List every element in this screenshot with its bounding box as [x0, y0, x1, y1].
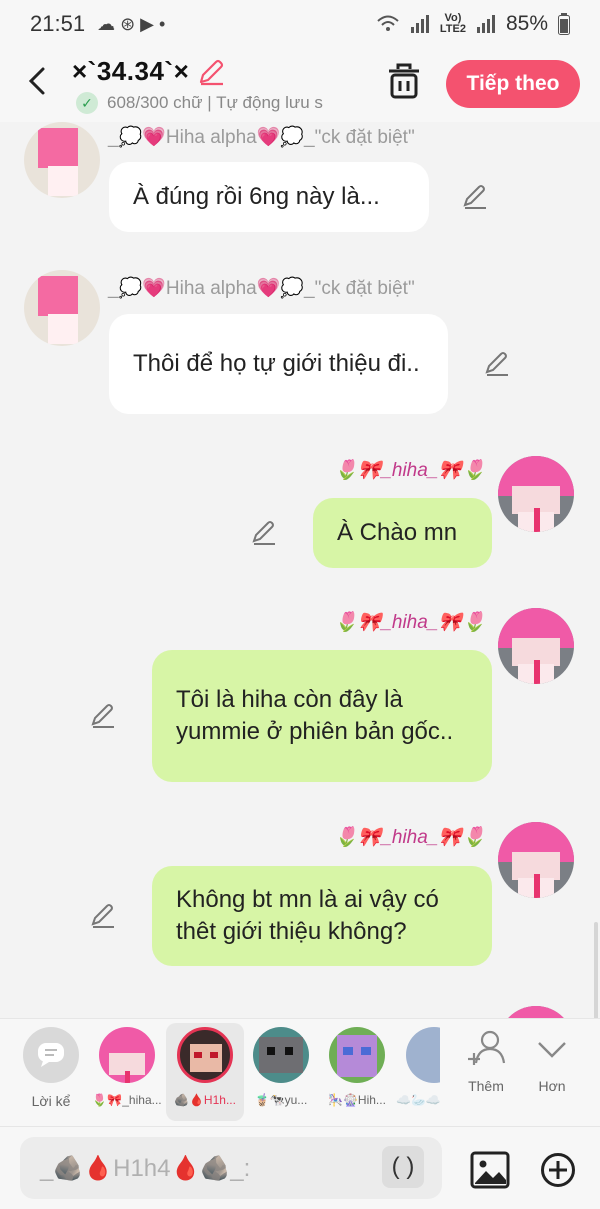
autosave-status: ✓ 608/300 chữ | Tự động lưu s: [76, 92, 323, 114]
input-bar: _🪨🩸H1h4🩸🪨_: ( ): [0, 1126, 600, 1209]
character-option[interactable]: 🌷🎀_hiha...: [90, 1027, 164, 1107]
add-character-button[interactable]: Thêm: [456, 1029, 516, 1094]
avatar: [406, 1027, 440, 1083]
delete-button[interactable]: [386, 62, 422, 102]
expand-button[interactable]: Hơn: [522, 1029, 582, 1094]
character-name: 🌷🎀_hiha_🎀🌷: [334, 827, 486, 848]
image-icon: [470, 1151, 510, 1189]
character-option[interactable]: 🎠🎡Hih...: [320, 1027, 394, 1107]
avatar[interactable]: [24, 270, 100, 346]
status-time: 21:51: [30, 11, 86, 36]
wifi-icon: [377, 15, 399, 31]
plus-circle-icon: [541, 1153, 575, 1187]
avatar[interactable]: [498, 1006, 574, 1018]
message-bubble[interactable]: Tôi là hiha còn đây là yummie ở phiên bả…: [152, 650, 492, 782]
scrollbar[interactable]: [594, 922, 598, 1018]
add-character-label: Thêm: [468, 1078, 504, 1094]
character-option[interactable]: ☁️🦢☁️: [396, 1027, 440, 1107]
back-button[interactable]: [22, 64, 52, 98]
chevron-down-icon: [538, 1042, 566, 1058]
character-name: 🌷🎀_hiha_🎀🌷: [334, 460, 486, 481]
expand-label: Hơn: [538, 1078, 566, 1094]
character-label: 🌷🎀_hiha...: [92, 1093, 162, 1107]
message-bubble[interactable]: Thôi để họ tự giới thiệu đi..: [109, 314, 448, 414]
signal-icon-2: [476, 15, 495, 33]
edit-message-icon[interactable]: [462, 184, 488, 210]
avatar: [99, 1027, 155, 1083]
message-input[interactable]: _🪨🩸H1h4🩸🪨_: ( ): [20, 1137, 442, 1199]
message-bubble[interactable]: Không bt mn là ai vậy có thêt giới thiệu…: [152, 866, 492, 966]
avatar: [329, 1027, 385, 1083]
check-icon: ✓: [76, 92, 98, 114]
insert-image-button[interactable]: [470, 1151, 510, 1189]
avatar[interactable]: [498, 822, 574, 898]
input-placeholder: _🪨🩸H1h4🩸🪨_:: [40, 1154, 251, 1182]
edit-message-icon[interactable]: [90, 703, 116, 729]
avatar[interactable]: [498, 456, 574, 532]
character-option-selected[interactable]: 🪨🩸H1h...: [168, 1027, 242, 1107]
chat-area[interactable]: _💭💗Hiha alpha💗💭_"ck đặt biệt" À đúng rồi…: [0, 122, 600, 1018]
word-count: 608/300 chữ | Tự động lưu s: [107, 93, 323, 112]
character-label: 🧋🐄yu...: [254, 1093, 308, 1107]
add-person-icon: [468, 1030, 506, 1065]
message-bubble[interactable]: À đúng rồi 6ng này là...: [109, 162, 429, 232]
narrator-label: Lời kể: [31, 1093, 71, 1109]
status-notification-icons: ☁ ⊛ ▶ •: [97, 13, 166, 34]
next-button[interactable]: Tiếp theo: [446, 60, 580, 108]
message-bubble[interactable]: À Chào mn: [313, 498, 492, 568]
character-name: _💭💗Hiha alpha💗💭_"ck đặt biệt": [108, 278, 415, 299]
story-title-row[interactable]: ×`34.34`×: [72, 56, 225, 87]
editor-header: ×`34.34`× ✓ 608/300 chữ | Tự động lưu s …: [0, 48, 600, 122]
edit-message-icon[interactable]: [251, 520, 277, 546]
add-content-button[interactable]: [540, 1152, 576, 1188]
character-option[interactable]: 🧋🐄yu...: [244, 1027, 318, 1107]
network-type: Vo) LTE2: [439, 12, 466, 35]
narrator-circle: [23, 1027, 79, 1083]
battery-icon: [558, 13, 570, 35]
avatar[interactable]: [24, 122, 100, 198]
narrator-option[interactable]: Lời kể: [14, 1027, 88, 1109]
avatar: [177, 1027, 233, 1083]
trash-icon: [389, 63, 419, 99]
character-name: 🌷🎀_hiha_🎀🌷: [334, 612, 486, 633]
avatar: [253, 1027, 309, 1083]
character-selector: Lời kể 🌷🎀_hiha... 🪨🩸H1h... 🧋🐄yu... 🎠🎡Hih…: [0, 1018, 600, 1126]
character-label: ☁️🦢☁️: [396, 1093, 440, 1107]
avatar[interactable]: [498, 608, 574, 684]
chat-bubble-icon: [38, 1043, 64, 1067]
action-parentheses-button[interactable]: ( ): [382, 1146, 424, 1188]
character-label: 🪨🩸H1h...: [174, 1093, 236, 1107]
character-name: _💭💗Hiha alpha💗💭_"ck đặt biệt": [108, 127, 415, 148]
edit-message-icon[interactable]: [484, 351, 510, 377]
edit-message-icon[interactable]: [90, 903, 116, 929]
status-right: Vo) LTE2 85%: [376, 12, 570, 36]
signal-icon: [410, 15, 429, 33]
chevron-left-icon: [28, 67, 45, 95]
story-title: ×`34.34`×: [72, 56, 190, 86]
character-label: 🎠🎡Hih...: [328, 1093, 386, 1107]
edit-title-icon[interactable]: [197, 58, 225, 86]
status-bar: 21:51 ☁ ⊛ ▶ • Vo) LTE2 85%: [0, 0, 600, 48]
battery-percent: 85%: [505, 12, 548, 35]
